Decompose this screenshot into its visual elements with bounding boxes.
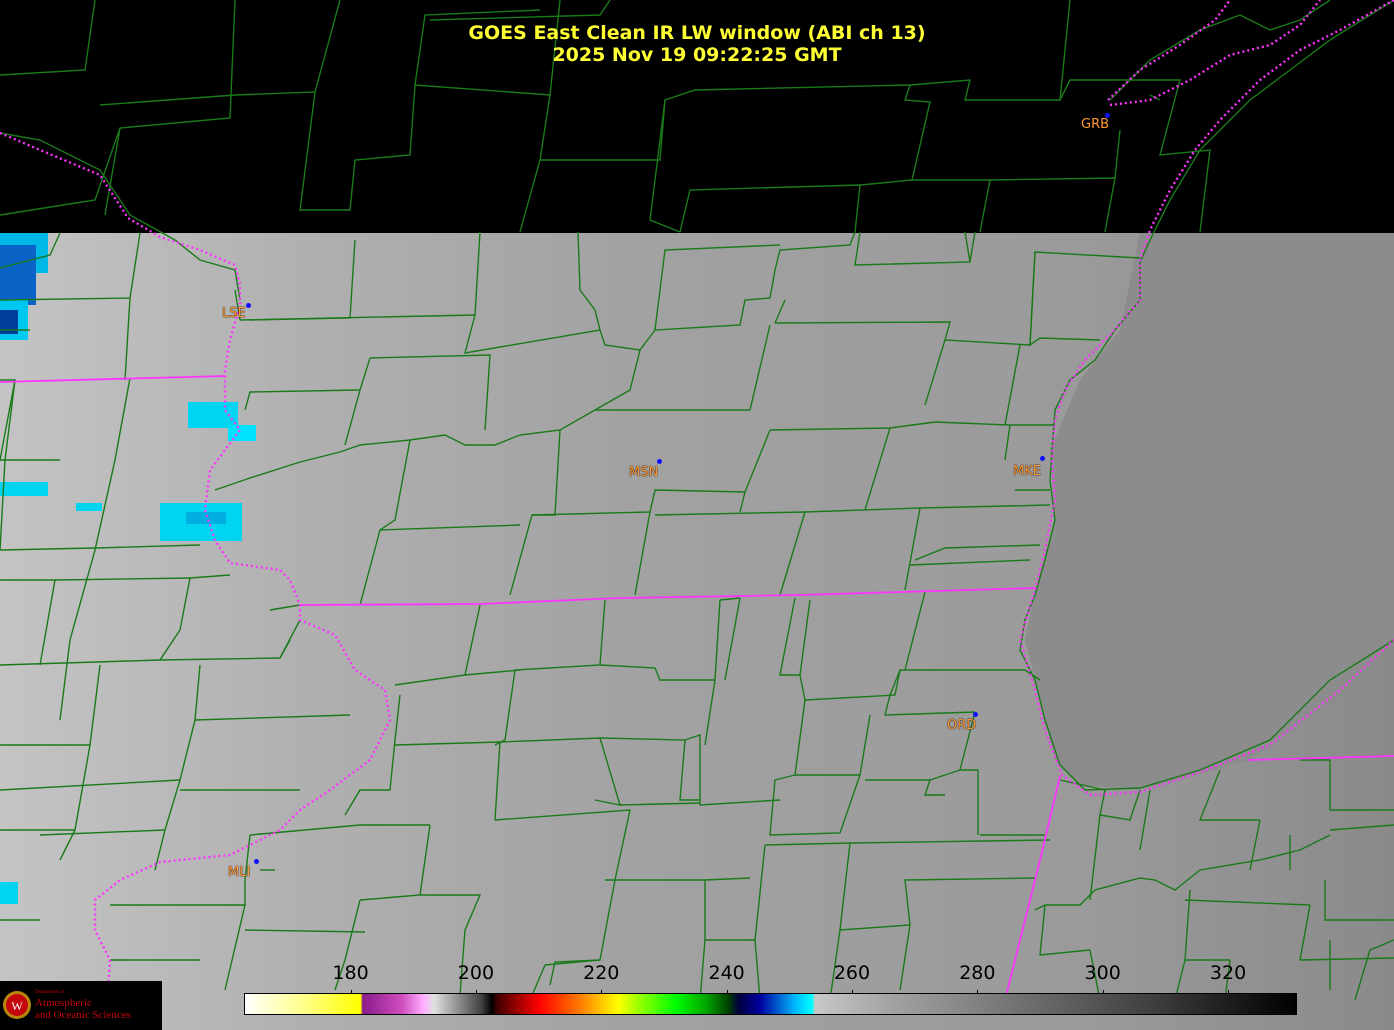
station-label-mli: MLI (228, 865, 251, 880)
station-dot-mke (1040, 456, 1045, 461)
colorbar-tick-mark (601, 990, 603, 994)
colorbar-tick-label: 180 (332, 962, 369, 984)
colorbar-tick-mark (1228, 990, 1230, 994)
station-label-ord: ORD (947, 718, 977, 733)
colorbar-tick-label: 280 (959, 962, 996, 984)
image-title: GOES East Clean IR LW window (ABI ch 13) (468, 22, 926, 44)
uw-crest-icon: W (3, 991, 31, 1019)
colorbar-tick-label: 320 (1209, 962, 1247, 984)
station-dot-lse (246, 303, 251, 308)
svg-text:W: W (11, 999, 23, 1013)
colorbar-tick-mark (350, 990, 352, 994)
station-label-lse: LSE (222, 306, 246, 321)
satellite-map (0, 0, 1394, 1030)
station-label-mke: MKE (1013, 464, 1041, 479)
image-timestamp: 2025 Nov 19 09:22:25 GMT (552, 44, 842, 66)
colorbar-tick-label: 260 (833, 962, 871, 984)
station-dot-mli (254, 859, 259, 864)
colorbar-tick-label: 220 (583, 962, 620, 984)
colorbar-tick-label: 300 (1084, 962, 1121, 984)
logo-department-text: Department of (35, 990, 65, 995)
logo-name-line2: and Oceanic Sciences (35, 1009, 131, 1021)
station-label-msn: MSN (629, 465, 659, 480)
station-dot-msn (657, 459, 662, 464)
colorbar-tick-mark (475, 990, 477, 994)
station-label-grb: GRB (1081, 117, 1110, 132)
logo-name-line1: Atmospheric (35, 997, 92, 1009)
colorbar-tick-label: 200 (457, 962, 495, 984)
colorbar-tick-mark (977, 990, 979, 994)
station-dot-ord (973, 712, 978, 717)
colorbar-tick-label: 240 (708, 962, 745, 984)
temperature-colorbar (244, 993, 1297, 1015)
colorbar-tick-mark (1102, 990, 1104, 994)
colorbar-tick-mark (726, 990, 728, 994)
aos-logo: W Department of Atmospheric and Oceanic … (0, 981, 162, 1030)
colorbar-tick-mark (851, 990, 853, 994)
